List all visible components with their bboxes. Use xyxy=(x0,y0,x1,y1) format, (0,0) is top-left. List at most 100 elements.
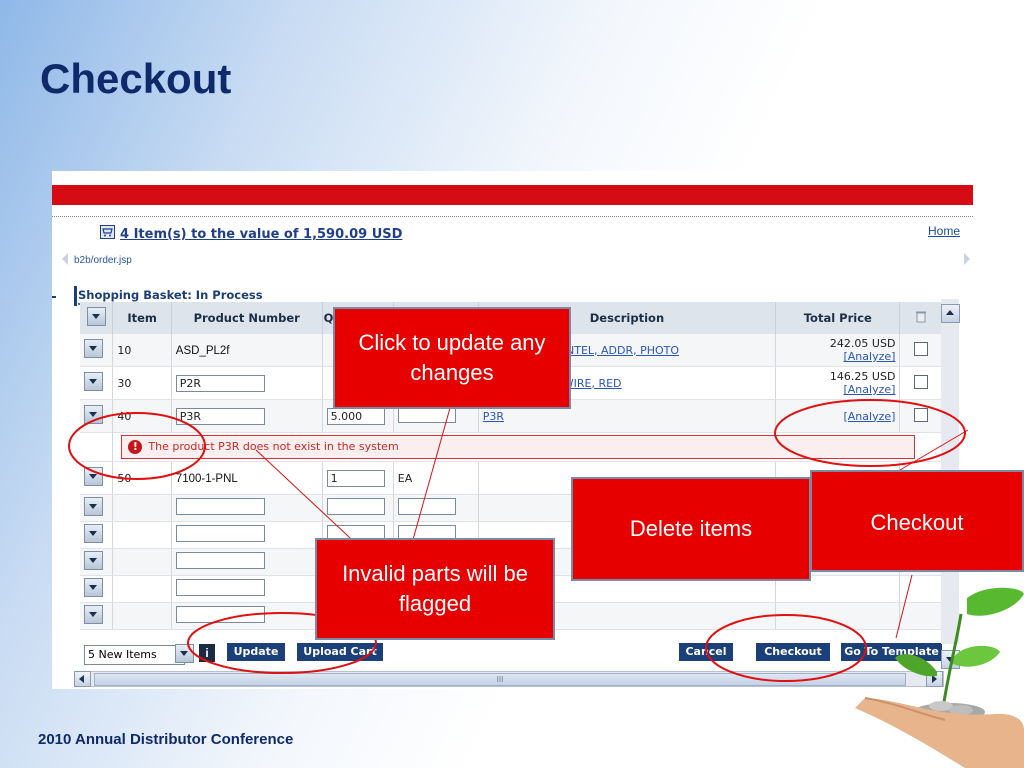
item-number: 10 xyxy=(112,334,172,367)
horizontal-scroll-thumb[interactable]: III xyxy=(94,673,906,686)
error-icon: ! xyxy=(128,440,143,454)
quantity-input[interactable] xyxy=(326,498,385,515)
chevron-down-icon[interactable] xyxy=(84,551,103,570)
chevron-down-icon[interactable] xyxy=(175,644,194,663)
quantity-cell[interactable]: 1 xyxy=(322,461,394,495)
header-red-bar xyxy=(52,185,973,205)
scroll-grip: III xyxy=(496,675,504,684)
hand-with-plant-icon xyxy=(855,587,1024,768)
item-number: 30 xyxy=(112,366,172,400)
product-number[interactable]: 7100-1-PNL xyxy=(171,461,323,495)
slide-title: Checkout xyxy=(40,55,232,102)
panel-title: Shopping Basket: In Process xyxy=(78,288,263,302)
row-action-cell[interactable] xyxy=(80,548,114,576)
delete-checkbox[interactable] xyxy=(914,407,929,422)
delete-checkbox[interactable] xyxy=(914,341,929,356)
unit-cell: EA xyxy=(393,461,479,495)
forward-arrow-icon[interactable] xyxy=(964,253,970,265)
error-message-box: ! The product P3R does not exist in the s… xyxy=(121,435,916,459)
row-action-cell[interactable] xyxy=(80,602,114,630)
new-items-select[interactable]: 5 New Items xyxy=(84,645,185,665)
scroll-up-icon[interactable] xyxy=(941,304,960,323)
chevron-down-icon[interactable] xyxy=(84,405,103,424)
update-button[interactable]: Update xyxy=(227,643,285,661)
product-number[interactable]: ASD_PL2f xyxy=(171,334,323,367)
analyze-link[interactable]: [Analyze] xyxy=(780,410,895,423)
quantity-input[interactable]: 1 xyxy=(326,469,385,487)
callout-text: Checkout xyxy=(870,510,964,535)
total-price-cell: [Analyze] xyxy=(775,399,901,433)
chevron-down-icon[interactable] xyxy=(86,307,106,326)
scroll-left-icon[interactable] xyxy=(74,671,91,687)
unit-input[interactable] xyxy=(397,498,456,515)
chevron-down-icon[interactable] xyxy=(84,372,103,391)
product-number[interactable]: P2R xyxy=(171,366,323,400)
total-price-cell: 146.25 USD [Analyze] xyxy=(775,366,901,400)
product-number-value: 7100-1-PNL xyxy=(175,472,238,485)
price-value: 146.25 USD xyxy=(829,370,896,383)
product-number-input[interactable] xyxy=(175,498,265,515)
delete-cell[interactable] xyxy=(899,399,943,433)
chevron-down-icon[interactable] xyxy=(84,578,103,597)
callout-text: Delete items xyxy=(629,516,753,541)
product-number-input[interactable] xyxy=(175,579,265,596)
callout-invalid-parts: Invalid parts will be flagged xyxy=(315,538,555,640)
total-price-cell: 242.05 USD [Analyze] xyxy=(775,334,901,367)
callout-checkout: Checkout xyxy=(810,470,1024,572)
cart-icon[interactable] xyxy=(100,225,115,239)
chevron-down-icon[interactable] xyxy=(84,605,103,624)
row-action-cell[interactable] xyxy=(80,461,114,495)
callout-update-changes: Click to update any changes xyxy=(333,307,571,409)
error-spacer xyxy=(80,432,114,462)
delete-cell[interactable] xyxy=(899,366,943,400)
analyze-link[interactable]: [Analyze] xyxy=(780,383,895,396)
description-link[interactable]: P3R xyxy=(483,410,504,423)
item-number: 50 xyxy=(112,461,172,495)
row-action-cell[interactable] xyxy=(80,399,114,433)
product-number[interactable]: P3R xyxy=(171,399,323,433)
callout-text: Invalid parts will be flagged xyxy=(342,561,528,616)
checkout-button[interactable]: Checkout xyxy=(756,643,830,661)
panel-collapse-marker xyxy=(52,296,56,298)
select-all-dropdown[interactable] xyxy=(80,302,114,334)
description-link[interactable]: WIRE, RED xyxy=(563,377,622,390)
delete-cell[interactable] xyxy=(899,334,943,367)
delete-column-header[interactable] xyxy=(899,302,943,334)
basket-summary-link[interactable]: 4 Item(s) to the value of 1,590.09 USD xyxy=(120,227,402,242)
chevron-down-icon[interactable] xyxy=(84,339,103,358)
quantity-input[interactable]: 5.000 xyxy=(326,407,385,425)
slide-footer: 2010 Annual Distributor Conference xyxy=(38,731,294,748)
price-value: 242.05 USD xyxy=(829,337,896,350)
delete-checkbox[interactable] xyxy=(914,374,929,389)
column-header: Item xyxy=(112,302,172,334)
product-number-value: ASD_PL2f xyxy=(175,344,230,357)
unit-value: EA xyxy=(397,471,413,485)
header-divider xyxy=(52,216,973,217)
cancel-button[interactable]: Cancel xyxy=(679,643,733,661)
product-number-input[interactable]: P2R xyxy=(175,374,265,392)
product-number-input[interactable] xyxy=(175,606,265,623)
product-number-input[interactable]: P3R xyxy=(175,407,265,425)
error-row: ! The product P3R does not exist in the s… xyxy=(80,432,943,462)
trash-icon[interactable] xyxy=(915,310,927,323)
product-number-input[interactable] xyxy=(175,525,265,542)
callout-text: Click to update any changes xyxy=(358,330,546,385)
upload-cart-button[interactable]: Upload Cart xyxy=(297,643,383,661)
row-action-cell[interactable] xyxy=(80,366,114,400)
chevron-down-icon[interactable] xyxy=(84,467,103,486)
chevron-down-icon[interactable] xyxy=(84,497,103,516)
info-icon[interactable]: i xyxy=(199,644,215,662)
row-action-cell[interactable] xyxy=(80,521,114,549)
chevron-down-icon[interactable] xyxy=(84,524,103,543)
row-action-cell[interactable] xyxy=(80,575,114,603)
row-action-cell[interactable] xyxy=(80,494,114,522)
description-link[interactable]: INTEL, ADDR, PHOTO xyxy=(563,344,679,357)
error-message: The product P3R does not exist in the sy… xyxy=(148,440,399,453)
callout-delete-items: Delete items xyxy=(571,477,811,581)
back-arrow-icon[interactable] xyxy=(62,253,68,265)
column-header: Total Price xyxy=(775,302,901,334)
analyze-link[interactable]: [Analyze] xyxy=(780,350,895,363)
row-action-cell[interactable] xyxy=(80,334,114,367)
product-number-input[interactable] xyxy=(175,552,265,569)
home-link[interactable]: Home xyxy=(928,224,960,238)
